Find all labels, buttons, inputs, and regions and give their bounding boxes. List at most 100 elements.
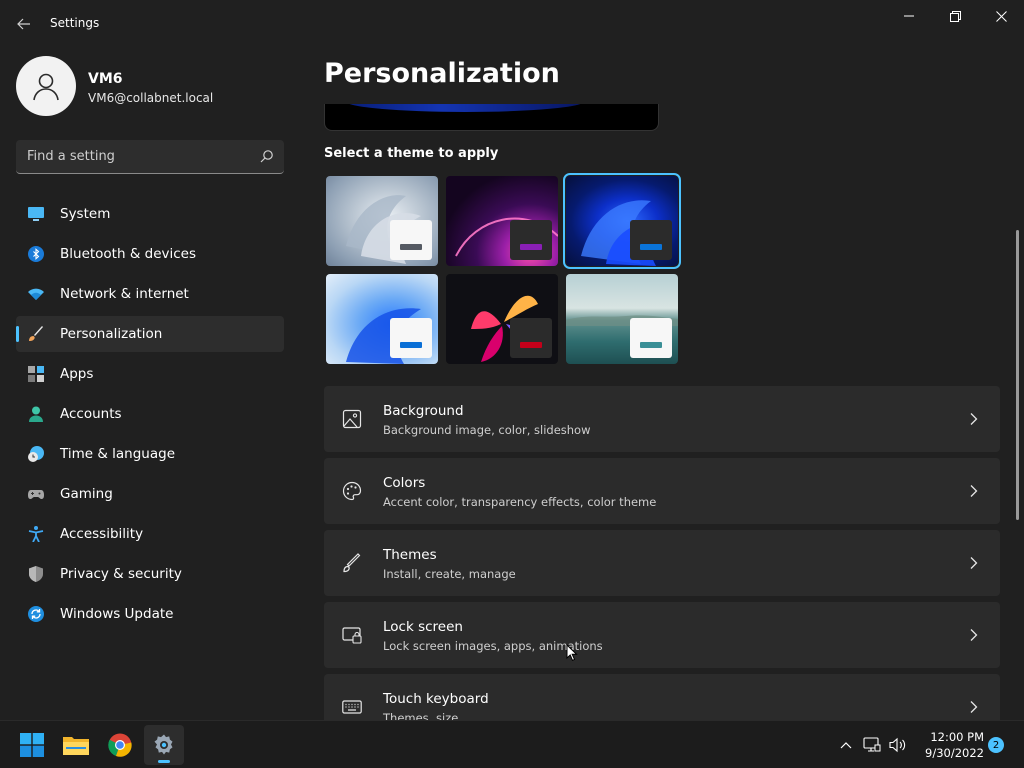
person-icon — [33, 73, 59, 101]
close-button[interactable] — [978, 0, 1024, 32]
sidebar-item-label: Windows Update — [60, 606, 174, 622]
clock-time: 12:00 PM — [930, 730, 984, 744]
chrome-button[interactable] — [100, 725, 140, 765]
chevron-right-icon — [970, 557, 978, 569]
card-title: Themes — [383, 547, 437, 563]
theme-preview — [324, 104, 659, 131]
title-bar: Settings — [0, 0, 1024, 48]
card-title: Background — [383, 403, 464, 419]
volume-icon — [889, 737, 906, 753]
sidebar-item-label: System — [60, 206, 111, 222]
window-title: Settings — [50, 16, 100, 30]
sidebar-item-network[interactable]: Network & internet — [16, 276, 284, 312]
wifi-icon — [28, 288, 44, 300]
settings-button[interactable] — [144, 725, 184, 765]
sidebar-item-label: Gaming — [60, 486, 113, 502]
themes-card[interactable]: Themes Install, create, manage — [324, 530, 1000, 596]
avatar — [16, 56, 76, 116]
clock-date: 9/30/2022 — [925, 746, 984, 760]
card-subtitle: Background image, color, slideshow — [383, 423, 591, 437]
gamepad-icon — [28, 490, 44, 499]
accessibility-icon — [28, 526, 44, 542]
theme-accent-bar — [400, 244, 422, 250]
minimize-button[interactable] — [886, 0, 932, 32]
theme-tile-light-blue[interactable] — [326, 274, 438, 364]
sidebar-item-accounts[interactable]: Accounts — [16, 396, 284, 432]
show-hidden-icons-button[interactable] — [836, 735, 856, 755]
brush-icon — [29, 326, 43, 341]
user-profile[interactable]: VM6 VM6@collabnet.local — [16, 56, 284, 118]
start-icon — [20, 733, 44, 757]
card-title: Lock screen — [383, 619, 463, 635]
sidebar-item-label: Privacy & security — [60, 566, 182, 582]
mouse-cursor-icon — [566, 644, 578, 661]
file-explorer-button[interactable] — [56, 725, 96, 765]
keyboard-icon — [342, 700, 362, 714]
sidebar-nav: System Bluetooth & devices Network & int… — [16, 196, 284, 636]
search-box[interactable] — [16, 140, 284, 174]
theme-window-preview — [510, 318, 552, 358]
sidebar-item-label: Time & language — [60, 446, 176, 462]
theme-window-preview — [630, 318, 672, 358]
restore-button[interactable] — [932, 0, 978, 32]
network-status-button[interactable] — [862, 735, 882, 755]
card-subtitle: Accent color, transparency effects, colo… — [383, 495, 657, 509]
sidebar-item-gaming[interactable]: Gaming — [16, 476, 284, 512]
content-scrollbar[interactable] — [1016, 230, 1019, 520]
sidebar-item-bluetooth[interactable]: Bluetooth & devices — [16, 236, 284, 272]
back-button[interactable] — [12, 12, 36, 36]
notification-badge[interactable]: 2 — [988, 737, 1004, 753]
theme-tile-light-bloom[interactable] — [326, 176, 438, 266]
card-title: Colors — [383, 475, 426, 491]
theme-window-preview — [510, 220, 552, 260]
theme-tile-captured-motion[interactable] — [446, 274, 558, 364]
sidebar-item-label: Bluetooth & devices — [60, 246, 197, 262]
theme-tile-glow[interactable] — [446, 176, 558, 266]
theme-window-preview — [630, 220, 672, 260]
update-icon — [28, 606, 44, 622]
card-subtitle: Themes, size — [383, 711, 459, 720]
content-pane[interactable]: Select a theme to apply Background Backg… — [300, 104, 1012, 720]
lock-screen-card[interactable]: Lock screen Lock screen images, apps, an… — [324, 602, 1000, 668]
sidebar-item-personalization[interactable]: Personalization — [16, 316, 284, 352]
ethernet-icon — [863, 737, 881, 752]
themes-section-label: Select a theme to apply — [324, 146, 499, 161]
person-icon — [29, 406, 43, 422]
background-card[interactable]: Background Background image, color, slid… — [324, 386, 1000, 452]
chevron-right-icon — [970, 413, 978, 425]
sidebar-item-label: Accessibility — [60, 526, 144, 542]
user-email: VM6@collabnet.local — [88, 91, 214, 105]
chevron-up-icon — [840, 742, 852, 749]
theme-window-preview — [390, 220, 432, 260]
chevron-right-icon — [970, 701, 978, 713]
page-title: Personalization — [324, 58, 560, 89]
taskbar-clock[interactable]: 12:00 PM 9/30/2022 — [914, 729, 984, 761]
theme-window-preview — [390, 318, 432, 358]
sidebar-item-windows-update[interactable]: Windows Update — [16, 596, 284, 632]
sidebar-item-label: Accounts — [60, 406, 122, 422]
theme-accent-bar — [400, 342, 422, 348]
search-icon[interactable] — [260, 149, 274, 163]
sidebar-item-system[interactable]: System — [16, 196, 284, 232]
volume-button[interactable] — [888, 735, 908, 755]
colors-card[interactable]: Colors Accent color, transparency effect… — [324, 458, 1000, 524]
pen-icon — [343, 553, 361, 573]
taskbar: 12:00 PM 9/30/2022 2 — [0, 720, 1024, 768]
sidebar-item-accessibility[interactable]: Accessibility — [16, 516, 284, 552]
theme-tile-flow[interactable] — [566, 274, 678, 364]
search-input[interactable] — [16, 140, 252, 172]
file-explorer-icon — [63, 737, 89, 755]
back-arrow-icon — [17, 18, 30, 30]
sidebar-item-time-language[interactable]: Time & language — [16, 436, 284, 472]
monitor-icon — [28, 207, 44, 221]
start-button[interactable] — [12, 725, 52, 765]
sidebar-item-apps[interactable]: Apps — [16, 356, 284, 392]
sidebar-item-privacy[interactable]: Privacy & security — [16, 556, 284, 592]
lock-screen-icon — [342, 627, 362, 644]
theme-tile-dark-bloom[interactable] — [563, 173, 681, 269]
shield-icon — [29, 566, 43, 582]
touch-keyboard-card[interactable]: Touch keyboard Themes, size — [324, 674, 1000, 720]
palette-icon — [342, 481, 362, 501]
card-subtitle: Install, create, manage — [383, 567, 516, 581]
clock-globe-icon — [28, 446, 44, 462]
